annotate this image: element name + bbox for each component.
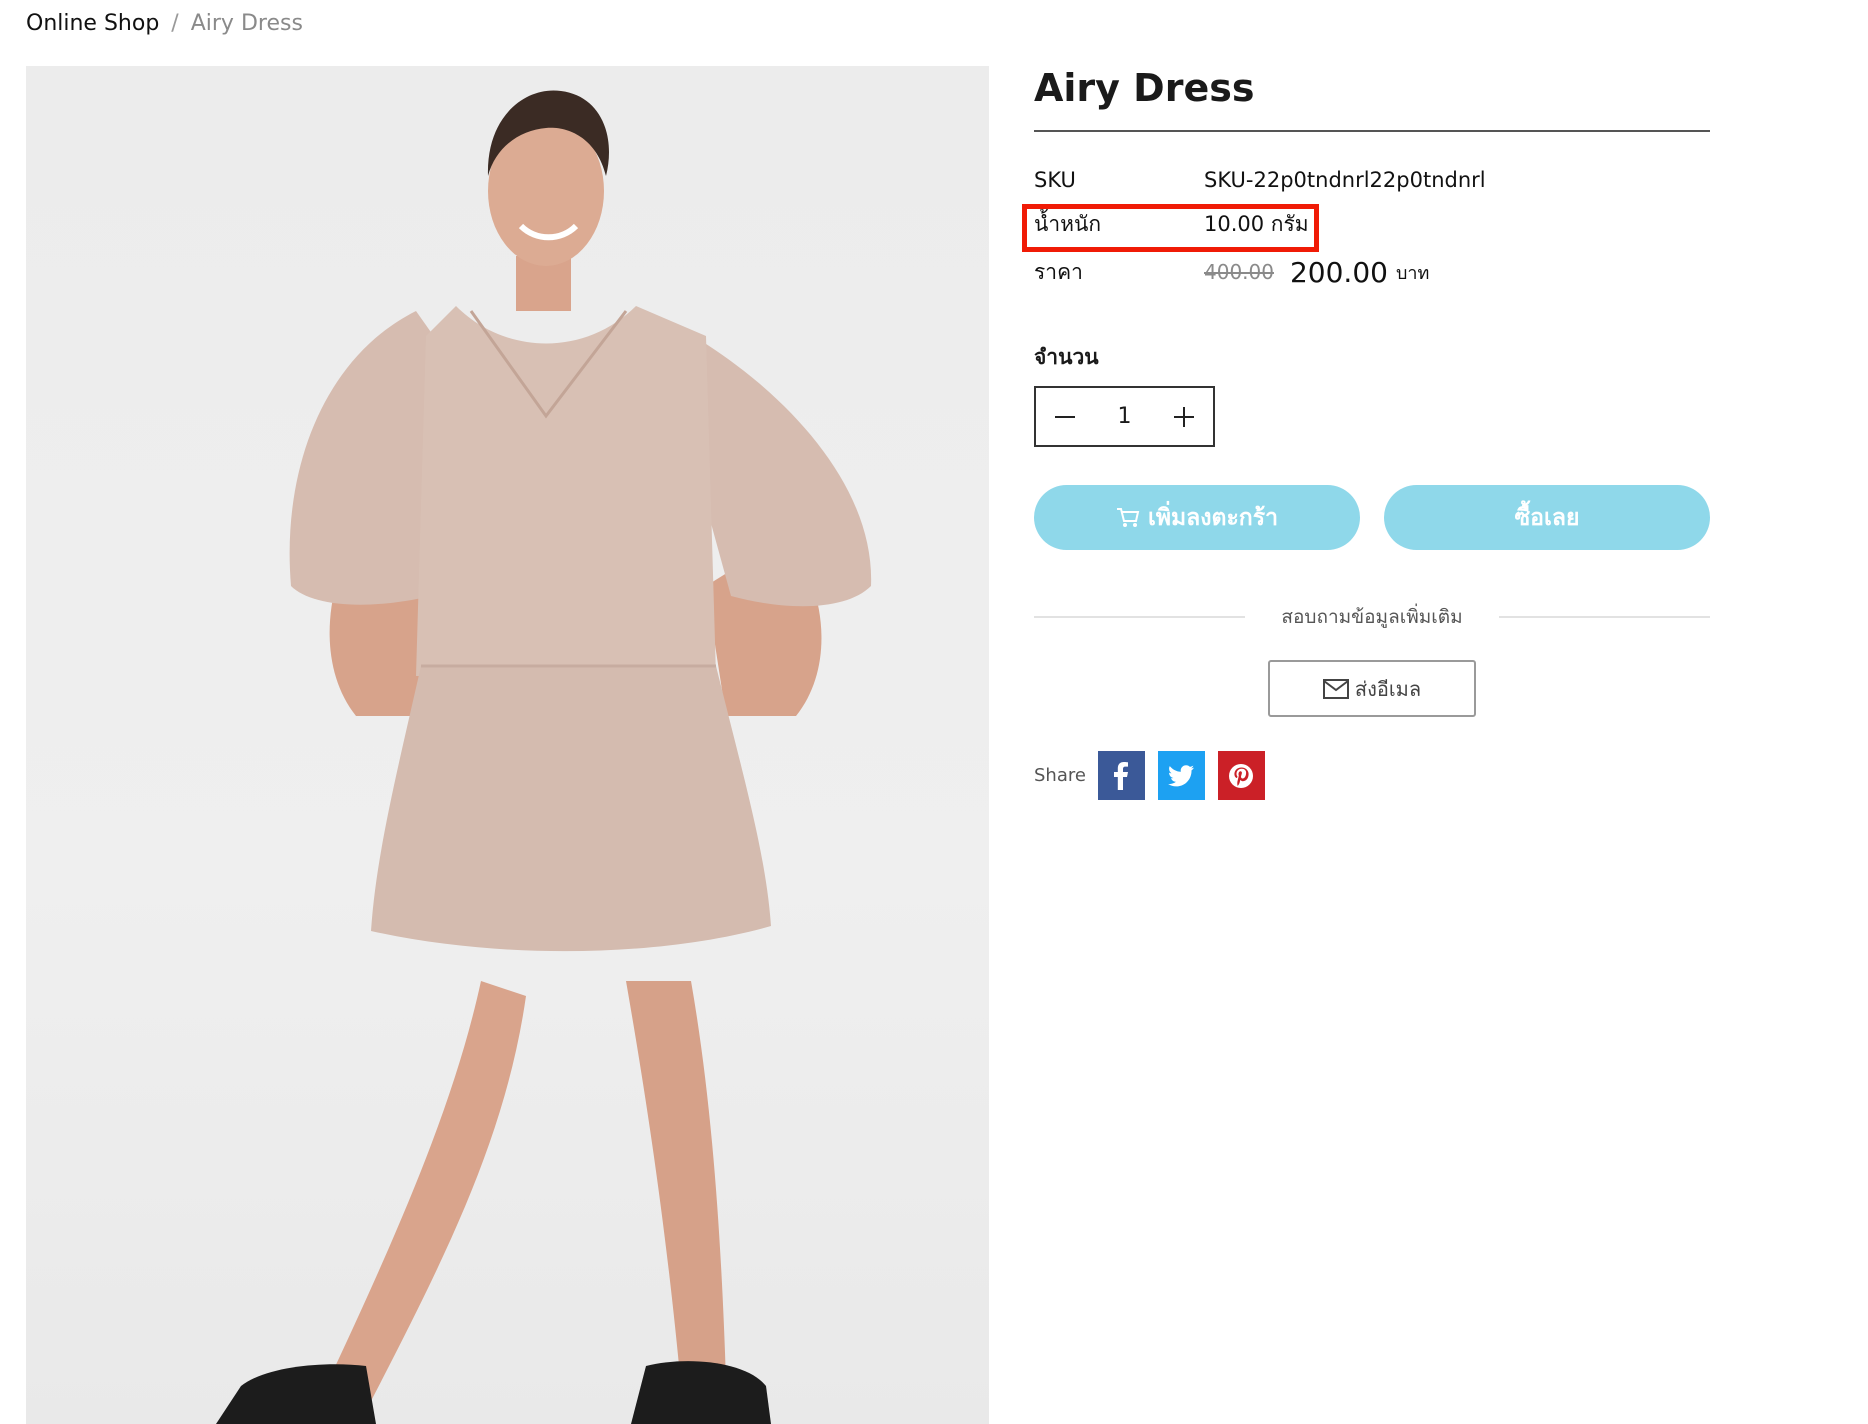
weight-row: น้ำหนัก 10.00 กรัม (1034, 202, 1710, 246)
cart-icon (1116, 507, 1140, 529)
breadcrumb-current: Airy Dress (190, 11, 303, 36)
breadcrumb: Online Shop / Airy Dress (26, 8, 303, 40)
share-label: Share (1034, 765, 1086, 786)
inquiry-heading: สอบถามข้อมูลเพิ่มเติม (1281, 606, 1463, 628)
quantity-label: จำนวน (1034, 345, 1099, 369)
add-to-cart-label: เพิ่มลงตะกร้า (1148, 504, 1278, 531)
product-image[interactable] (26, 66, 989, 1424)
sku-label: SKU (1034, 168, 1076, 192)
price-label: ราคา (1034, 259, 1083, 284)
sku-value: SKU-22p0tndnrl22p0tndnrl (1204, 168, 1486, 192)
inquiry-divider: สอบถามข้อมูลเพิ่มเติม (1034, 602, 1711, 632)
title-divider (1034, 130, 1710, 132)
share-pinterest-button[interactable] (1217, 751, 1265, 800)
weight-label: น้ำหนัก (1034, 211, 1102, 236)
add-to-cart-button[interactable]: เพิ่มลงตะกร้า (1034, 485, 1360, 550)
send-email-button[interactable]: ส่งอีเมล (1268, 660, 1476, 717)
pinterest-icon (1229, 763, 1254, 788)
share-facebook-button[interactable] (1097, 751, 1145, 800)
breadcrumb-separator: / (171, 11, 179, 36)
share-bar: Share (1034, 751, 1710, 800)
quantity-input[interactable]: 1 (1100, 404, 1150, 429)
plus-icon (1174, 406, 1194, 427)
buy-now-label: ซื้อเลย (1514, 504, 1580, 531)
price-row: ราคา 400.00 200.00 บาท (1034, 246, 1710, 298)
breadcrumb-home-link[interactable]: Online Shop (26, 8, 159, 40)
original-price: 400.00 (1204, 260, 1274, 284)
quantity-increase-button[interactable] (1155, 388, 1213, 445)
purchase-actions: เพิ่มลงตะกร้า ซื้อเลย (1034, 485, 1710, 550)
quantity-stepper: 1 (1034, 386, 1215, 447)
twitter-icon (1168, 764, 1195, 786)
inquiry-line-right (1498, 616, 1711, 618)
facebook-icon (1114, 761, 1129, 790)
quantity-decrease-button[interactable] (1036, 388, 1094, 445)
share-twitter-button[interactable] (1157, 751, 1205, 800)
sku-row: SKU SKU-22p0tndnrl22p0tndnrl (1034, 158, 1710, 202)
send-email-label: ส่งอีเมล (1354, 676, 1422, 701)
spec-list: SKU SKU-22p0tndnrl22p0tndnrl น้ำหนัก 10.… (1022, 158, 1710, 298)
product-title: Airy Dress (1034, 66, 1255, 110)
inquiry-line-left (1034, 616, 1246, 618)
weight-value: 10.00 กรัม (1204, 211, 1309, 236)
buy-now-button[interactable]: ซื้อเลย (1384, 485, 1710, 550)
minus-icon (1055, 415, 1075, 418)
email-button-wrap: ส่งอีเมล (1034, 660, 1710, 717)
product-details: Airy Dress SKU SKU-22p0tndnrl22p0tndnrl … (1022, 60, 1711, 800)
price-currency: บาท (1395, 262, 1430, 284)
sale-price: 200.00 (1289, 255, 1388, 289)
mail-icon (1322, 678, 1349, 699)
product-photo-illustration (216, 90, 872, 1424)
